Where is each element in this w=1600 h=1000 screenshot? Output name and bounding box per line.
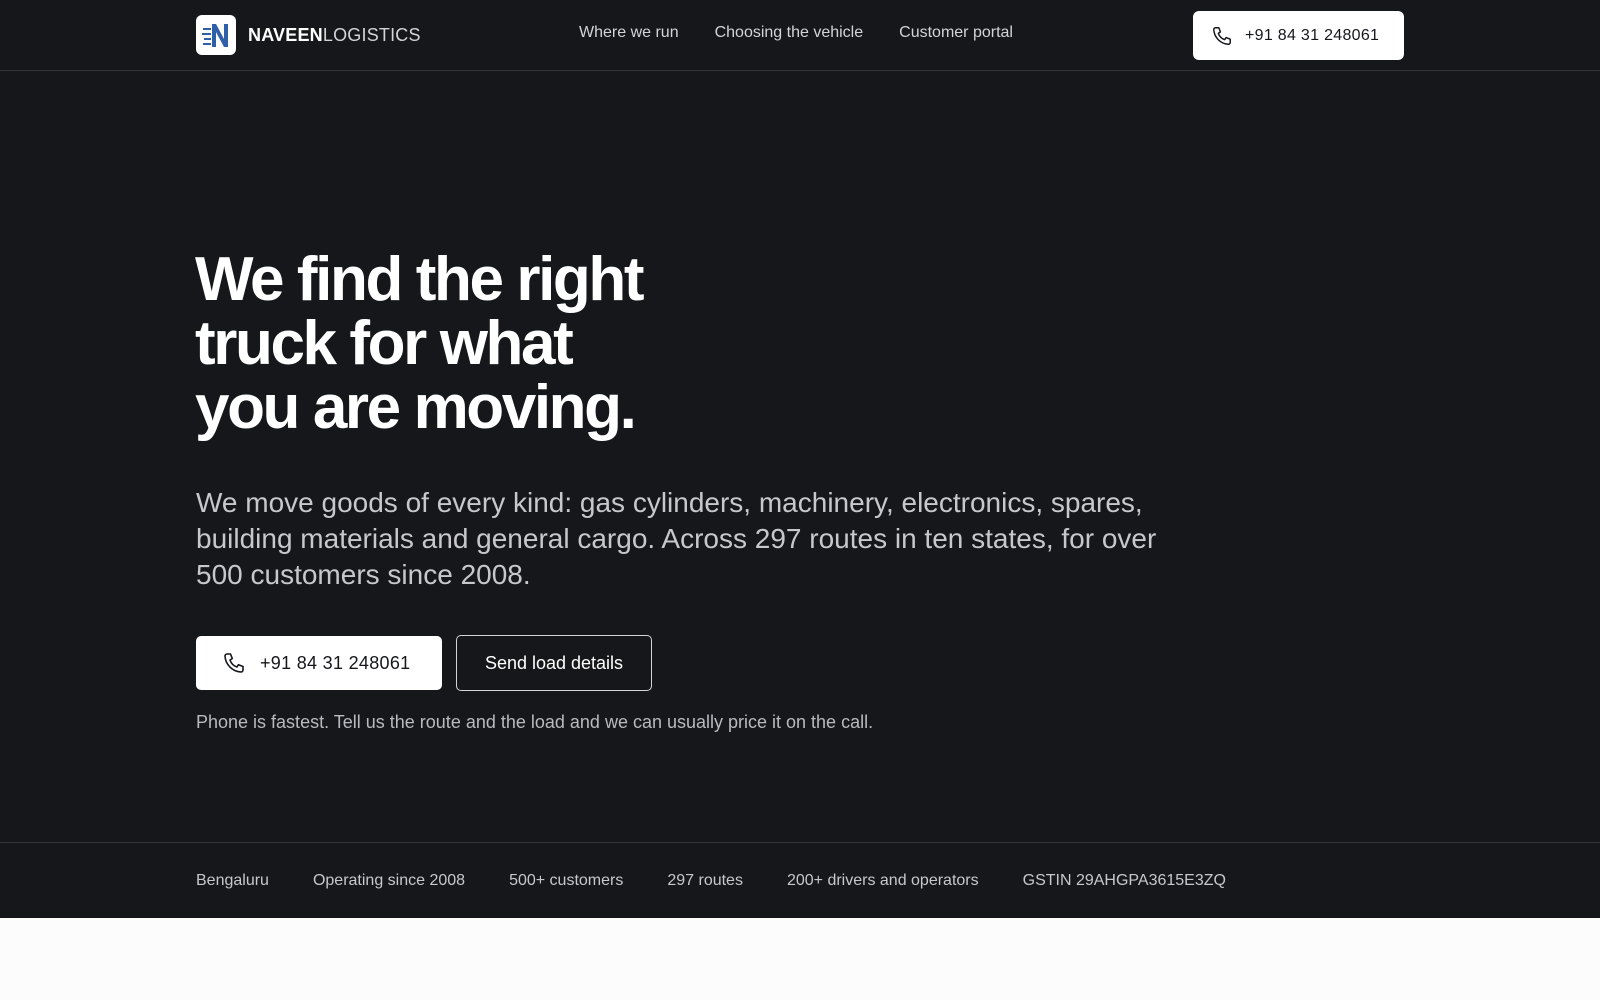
- hero-title: We find the right truck for what you are…: [195, 245, 645, 442]
- nav-customer-portal[interactable]: Customer portal: [899, 24, 1013, 42]
- nav-choosing-the-vehicle[interactable]: Choosing the vehicle: [715, 24, 864, 42]
- cta-note: Phone is fastest. Tell us the route and …: [196, 712, 874, 732]
- call-phone-button[interactable]: +91 84 31 248061: [196, 636, 442, 690]
- facts-list: Bengaluru Operating since 2008 500+ cust…: [196, 872, 1226, 890]
- main-nav: Where we run Choosing the vehicle Custom…: [579, 24, 1013, 42]
- hero-description: We move goods of every kind: gas cylinde…: [196, 487, 1157, 590]
- fact-drivers: 200+ drivers and operators: [786, 872, 979, 889]
- fact-routes: 297 routes: [667, 872, 743, 889]
- facts-strip: Bengaluru Operating since 2008 500+ cust…: [0, 842, 1600, 918]
- header-phone-button[interactable]: +91 84 31 248061: [1193, 11, 1404, 60]
- brand-name-light: LOGISTICS: [322, 24, 421, 45]
- phone-icon: [1213, 26, 1231, 45]
- logo-n-icon: [196, 15, 236, 55]
- brand-name: NAVEENLOGISTICS: [248, 25, 421, 46]
- fact-gstin: GSTIN 29AHGPA3615E3ZQ: [1022, 872, 1226, 889]
- fact-since: Operating since 2008: [312, 872, 466, 889]
- call-phone-label: +91 84 31 248061: [260, 652, 411, 673]
- send-load-details-button[interactable]: Send load details: [456, 635, 652, 691]
- hero-section: [0, 0, 1600, 918]
- brand-name-bold: NAVEEN: [248, 24, 323, 45]
- header-phone-label: +91 84 31 248061: [1245, 26, 1380, 44]
- nav-where-we-run[interactable]: Where we run: [579, 24, 679, 42]
- cta-row: +91 84 31 248061 Send load details: [196, 635, 652, 691]
- phone-icon: [224, 653, 244, 673]
- fact-location: Bengaluru: [196, 872, 269, 889]
- brand-logo-link[interactable]: NAVEENLOGISTICS: [196, 15, 421, 55]
- fact-customers: 500+ customers: [509, 872, 624, 889]
- site-header: NAVEENLOGISTICS Where we run Choosing th…: [0, 0, 1600, 71]
